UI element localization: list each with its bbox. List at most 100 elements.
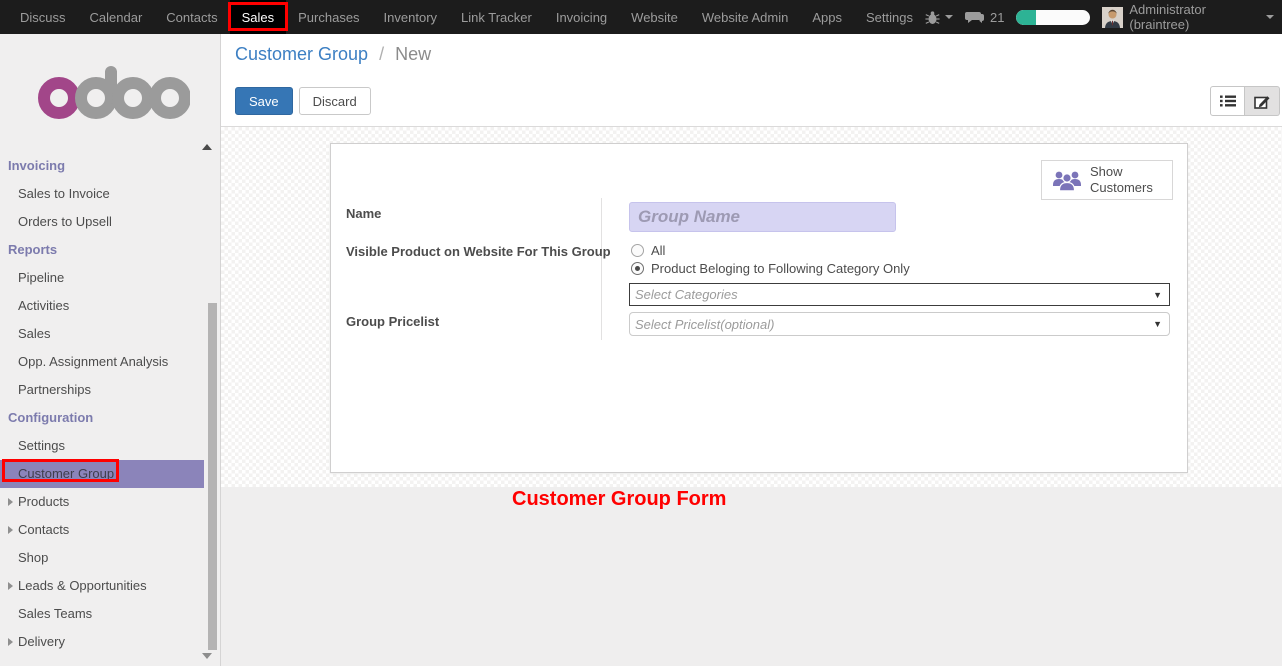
sidebar: Invoicing Sales to Invoice Orders to Upsel… — [0, 34, 221, 666]
nav-item-inventory[interactable]: Inventory — [372, 0, 449, 34]
topbar-right: 21 Administrator (braintree) — [925, 0, 1282, 34]
annotation-caption: Customer Group Form — [512, 488, 726, 511]
radio-category-only[interactable]: Product Beloging to Following Category O… — [631, 261, 910, 276]
sidebar-item-partnerships[interactable]: Partnerships — [0, 376, 203, 404]
sidebar-item-settings[interactable]: Settings — [0, 432, 203, 460]
sidebar-item-label: Shop — [18, 550, 48, 565]
nav-item-label: Purchases — [298, 10, 359, 25]
below-area: Customer Group Form — [221, 487, 1282, 666]
nav-item-label: Website Admin — [702, 10, 788, 25]
sidebar-item-delivery[interactable]: Delivery — [0, 628, 203, 656]
radio-all-label: All — [651, 243, 665, 258]
list-icon — [1220, 94, 1236, 108]
debug-menu[interactable] — [925, 10, 953, 25]
chevron-right-icon — [8, 498, 13, 506]
group-name-input[interactable] — [629, 202, 896, 232]
sidebar-item-contacts[interactable]: Contacts — [0, 516, 203, 544]
sidebar-section-configuration: Configuration — [0, 404, 203, 432]
name-field-label: Name — [346, 206, 381, 221]
messages-count: 21 — [990, 10, 1004, 25]
radio-button-icon — [631, 244, 644, 257]
sidebar-section-label: Configuration — [8, 410, 93, 425]
form-buttons: Save Discard — [235, 87, 371, 115]
scroll-up-icon[interactable] — [202, 144, 212, 150]
chevron-right-icon — [8, 638, 13, 646]
sidebar-item-sales-to-invoice[interactable]: Sales to Invoice — [0, 180, 203, 208]
categories-select[interactable]: Select Categories ▼ — [629, 283, 1170, 306]
pricelist-select[interactable]: Select Pricelist(optional) ▼ — [629, 312, 1170, 336]
nav-item-label: Inventory — [384, 10, 437, 25]
nav-item-contacts[interactable]: Contacts — [154, 0, 229, 34]
sidebar-section-invoicing: Invoicing — [0, 152, 203, 180]
messages-menu[interactable]: 21 — [965, 10, 1004, 25]
discard-button[interactable]: Discard — [299, 87, 371, 115]
form-view-background: Show Customers Name Visible Product on W… — [221, 127, 1282, 487]
sidebar-item-label: Sales — [18, 326, 51, 341]
breadcrumb-separator: / — [373, 44, 390, 64]
sidebar-item-label: Settings — [18, 438, 65, 453]
nav-item-invoicing[interactable]: Invoicing — [544, 0, 619, 34]
nav-item-label: Link Tracker — [461, 10, 532, 25]
top-navbar: DiscussCalendarContactsSales Purchases Inv… — [0, 0, 1282, 34]
nav-item-discuss[interactable]: Discuss — [8, 0, 78, 34]
sidebar-menu: Invoicing Sales to Invoice Orders to Upsel… — [0, 152, 203, 656]
nav-item-apps[interactable]: Apps — [800, 0, 854, 34]
categories-select-placeholder: Select Categories — [630, 287, 1153, 302]
sidebar-item-activities[interactable]: Activities — [0, 292, 203, 320]
nav-item-label: Invoicing — [556, 10, 607, 25]
sidebar-item-label: Customer Group — [18, 466, 114, 481]
odoo-logo — [38, 60, 190, 125]
nav-item-settings[interactable]: Settings — [854, 0, 925, 34]
list-view-button[interactable] — [1210, 86, 1245, 116]
form-sheet: Show Customers Name Visible Product on W… — [330, 143, 1188, 473]
radio-all[interactable]: All — [631, 243, 665, 258]
nav-item-website[interactable]: Website — [619, 0, 690, 34]
sidebar-item-label: Sales Teams — [18, 606, 92, 621]
sidebar-item-opp-assignment-analysis[interactable]: Opp. Assignment Analysis — [0, 348, 203, 376]
sidebar-item-label: Leads & Opportunities — [18, 578, 147, 593]
nav-item-purchases[interactable]: Purchases — [286, 0, 371, 34]
nav-item-calendar[interactable]: Calendar — [78, 0, 155, 34]
breadcrumb-current: New — [395, 44, 431, 64]
show-customers-button[interactable]: Show Customers — [1041, 160, 1173, 200]
sidebar-item-label: Pipeline — [18, 270, 64, 285]
sidebar-item-sales[interactable]: Sales — [0, 320, 203, 348]
chevron-right-icon — [8, 526, 13, 534]
nav-item-label: Website — [631, 10, 678, 25]
sidebar-scrollbar-thumb[interactable] — [208, 303, 217, 650]
sidebar-item-label: Orders to Upsell — [18, 214, 112, 229]
nav-item-link-tracker[interactable]: Link Tracker — [449, 0, 544, 34]
avatar — [1102, 7, 1123, 28]
sidebar-item-label: Contacts — [18, 522, 69, 537]
sidebar-section-label: Invoicing — [8, 158, 65, 173]
nav-item-website-admin[interactable]: Website Admin — [690, 0, 800, 34]
sidebar-item-leads-opportunities[interactable]: Leads & Opportunities — [0, 572, 203, 600]
main-content: Customer Group / New Save Discard — [221, 34, 1282, 666]
usage-progress-bar — [1016, 10, 1090, 25]
user-menu[interactable]: Administrator (braintree) — [1102, 2, 1274, 32]
sidebar-item-label: Opp. Assignment Analysis — [18, 354, 168, 369]
select-caret-icon: ▼ — [1153, 319, 1169, 329]
visible-product-field-label: Visible Product on Website For This Grou… — [346, 244, 611, 259]
sidebar-item-orders-to-upsell[interactable]: Orders to Upsell — [0, 208, 203, 236]
sidebar-item-sales-teams[interactable]: Sales Teams — [0, 600, 203, 628]
sidebar-item-label: Products — [18, 494, 69, 509]
save-button[interactable]: Save — [235, 87, 293, 115]
form-view-button[interactable] — [1245, 86, 1280, 116]
nav-item-sales[interactable]: Sales — [230, 0, 287, 34]
usage-progress-fill — [1016, 10, 1035, 25]
radio-category-label: Product Beloging to Following Category O… — [651, 261, 910, 276]
breadcrumb-parent-link[interactable]: Customer Group — [235, 44, 368, 64]
show-customers-label: Show Customers — [1090, 164, 1158, 197]
pricelist-select-placeholder: Select Pricelist(optional) — [630, 317, 1153, 332]
sidebar-item-label: Activities — [18, 298, 69, 313]
edit-icon — [1254, 94, 1271, 109]
scroll-down-icon[interactable] — [202, 653, 212, 659]
sidebar-item-shop[interactable]: Shop — [0, 544, 203, 572]
sidebar-section-reports: Reports — [0, 236, 203, 264]
sidebar-item-pipeline[interactable]: Pipeline — [0, 264, 203, 292]
speech-bubbles-icon — [965, 10, 985, 25]
sidebar-item-products[interactable]: Products — [0, 488, 203, 516]
select-caret-icon: ▼ — [1153, 290, 1169, 300]
sidebar-item-customer-group[interactable]: Customer Group — [0, 460, 204, 488]
